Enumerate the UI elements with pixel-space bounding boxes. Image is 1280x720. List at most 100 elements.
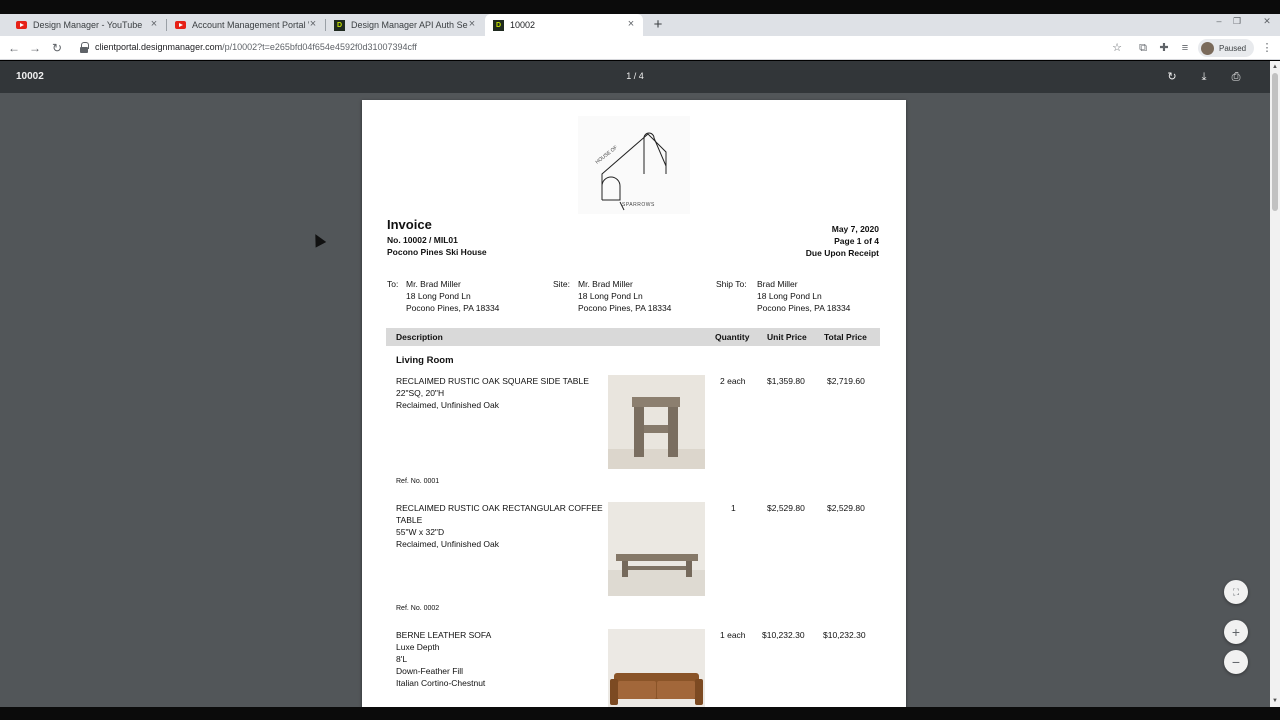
pdf-toolbar: 10002 1 / 4 ↻ ⤓ ⎙ — [0, 61, 1270, 93]
lock-icon — [80, 42, 89, 53]
to-city: Pocono Pines, PA 18334 — [406, 303, 500, 313]
invoice-date: May 7, 2020 — [831, 224, 879, 234]
vertical-scrollbar[interactable]: ▲ ▼ — [1270, 61, 1280, 707]
project-name: Pocono Pines Ski House — [387, 247, 487, 257]
to-name: Mr. Brad Miller — [406, 279, 461, 289]
ship-to-street: 18 Long Pond Ln — [757, 291, 822, 301]
item-3-unit-price: $10,232.30 — [762, 630, 805, 640]
tab-title: Design Manager - YouTube — [33, 20, 143, 30]
back-button[interactable]: ← — [5, 39, 23, 57]
column-quantity: Quantity — [715, 332, 750, 342]
window-close-button[interactable]: ✕ — [1260, 14, 1274, 28]
item-2-ref: Ref. No. 0002 — [396, 605, 440, 612]
design-manager-icon: D — [334, 19, 345, 31]
site-name: Mr. Brad Miller — [578, 279, 633, 289]
fit-to-page-button[interactable]: ⛶ — [1224, 580, 1248, 604]
column-description: Description — [396, 332, 443, 342]
item-2-name: RECLAIMED RUSTIC OAK RECTANGULAR COFFEE — [396, 503, 603, 513]
screen-bottom-bar — [0, 707, 1280, 720]
close-icon[interactable]: × — [307, 18, 319, 30]
forward-button[interactable]: → — [26, 39, 44, 57]
bookmark-star-icon[interactable]: ☆ — [1109, 40, 1125, 56]
to-label: To: — [387, 279, 399, 289]
address-bar[interactable]: clientportal.designmanager.com/p/10002?t… — [74, 38, 1134, 58]
payment-terms: Due Upon Receipt — [805, 248, 879, 258]
item-1-size: 22"SQ, 20"H — [396, 388, 445, 398]
restore-button[interactable]: ❐ — [1230, 14, 1244, 28]
item-3-fill: Down-Feather Fill — [396, 666, 464, 676]
ship-to-city: Pocono Pines, PA 18334 — [757, 303, 851, 313]
item-2-name-cont: TABLE — [396, 515, 423, 525]
site-city: Pocono Pines, PA 18334 — [578, 303, 672, 313]
screen-top-bar — [0, 0, 1280, 14]
item-3-leather: Italian Cortino-Chestnut — [396, 678, 486, 688]
tab-10002[interactable]: D 10002 × — [485, 14, 643, 36]
logo-bottom-text: SPARROWS — [622, 202, 655, 208]
scroll-down-arrow[interactable]: ▼ — [1271, 697, 1279, 705]
profile-button[interactable]: Paused — [1198, 39, 1254, 57]
coffee-table-photo — [608, 502, 705, 596]
extensions-puzzle-icon[interactable]: ✚ — [1156, 40, 1172, 56]
ship-to-label: Ship To: — [716, 279, 747, 289]
tab-api-auth-server[interactable]: D Design Manager API Auth Server × — [326, 14, 484, 36]
company-logo: HOUSE OF SPARROWS — [578, 116, 690, 214]
youtube-icon — [175, 21, 186, 29]
youtube-icon — [16, 21, 27, 29]
item-3-quantity: 1 each — [720, 630, 746, 640]
new-tab-button[interactable]: + — [650, 17, 666, 33]
tab-title: Account Management Portal We — [192, 20, 309, 30]
url-text: clientportal.designmanager.com/p/10002?t… — [95, 42, 417, 52]
side-table-photo — [608, 375, 705, 469]
item-2-size: 55"W x 32"D — [396, 527, 445, 537]
item-2-total-price: $2,529.80 — [827, 503, 865, 513]
download-icon[interactable]: ⤓ — [1196, 69, 1212, 85]
close-icon[interactable]: × — [466, 18, 478, 30]
page-indicator: 1 / 4 — [626, 71, 644, 81]
avatar — [1201, 41, 1214, 55]
minimize-button[interactable]: – — [1212, 14, 1226, 28]
close-icon[interactable]: × — [625, 18, 637, 30]
tab-youtube-design-manager[interactable]: Design Manager - YouTube × — [8, 14, 166, 36]
table-header: Description Quantity Unit Price Total Pr… — [386, 328, 880, 346]
item-1-finish: Reclaimed, Unfinished Oak — [396, 400, 499, 410]
tab-strip: Design Manager - YouTube × Account Manag… — [0, 14, 1280, 36]
cast-icon[interactable]: ⧉ — [1135, 40, 1151, 56]
column-total-price: Total Price — [824, 332, 867, 342]
column-unit-price: Unit Price — [767, 332, 807, 342]
browser-toolbar: ← → ↻ clientportal.designmanager.com/p/1… — [0, 36, 1280, 60]
tab-account-management[interactable]: Account Management Portal We × — [167, 14, 325, 36]
design-manager-icon: D — [493, 19, 504, 31]
page-count: Page 1 of 4 — [834, 236, 879, 246]
item-1-total-price: $2,719.60 — [827, 376, 865, 386]
pdf-viewport[interactable]: HOUSE OF SPARROWS Invoice No. 10002 / MI… — [0, 93, 1270, 707]
scrollbar-thumb[interactable] — [1272, 73, 1278, 211]
item-2-unit-price: $2,529.80 — [767, 503, 805, 513]
item-1-name: RECLAIMED RUSTIC OAK SQUARE SIDE TABLE — [396, 376, 589, 386]
profile-status: Paused — [1219, 43, 1247, 53]
site-street: 18 Long Pond Ln — [578, 291, 643, 301]
browser-menu-icon[interactable]: ⋮ — [1259, 40, 1275, 56]
zoom-in-button[interactable]: + — [1224, 620, 1248, 644]
item-1-ref: Ref. No. 0001 — [396, 478, 440, 485]
close-icon[interactable]: × — [148, 18, 160, 30]
tab-title: Design Manager API Auth Server — [351, 20, 468, 30]
item-1-quantity: 2 each — [720, 376, 746, 386]
site-label: Site: — [553, 279, 571, 289]
invoice-number: No. 10002 / MIL01 — [387, 235, 458, 245]
section-title: Living Room — [396, 355, 454, 366]
pdf-page: HOUSE OF SPARROWS Invoice No. 10002 / MI… — [362, 100, 906, 707]
print-icon[interactable]: ⎙ — [1228, 69, 1244, 85]
zoom-out-button[interactable]: − — [1224, 650, 1248, 674]
to-street: 18 Long Pond Ln — [406, 291, 471, 301]
tab-title: 10002 — [510, 20, 536, 30]
reload-button[interactable]: ↻ — [48, 39, 66, 57]
item-2-finish: Reclaimed, Unfinished Oak — [396, 539, 499, 549]
scroll-up-arrow[interactable]: ▲ — [1271, 63, 1279, 71]
item-3-total-price: $10,232.30 — [823, 630, 866, 640]
ship-to-name: Brad Miller — [757, 279, 798, 289]
reading-list-icon[interactable]: ≡ — [1177, 40, 1193, 56]
leather-sofa-photo — [608, 629, 705, 707]
invoice-title: Invoice — [387, 217, 432, 232]
item-3-name: BERNE LEATHER SOFA — [396, 630, 492, 640]
rotate-icon[interactable]: ↻ — [1164, 69, 1180, 85]
